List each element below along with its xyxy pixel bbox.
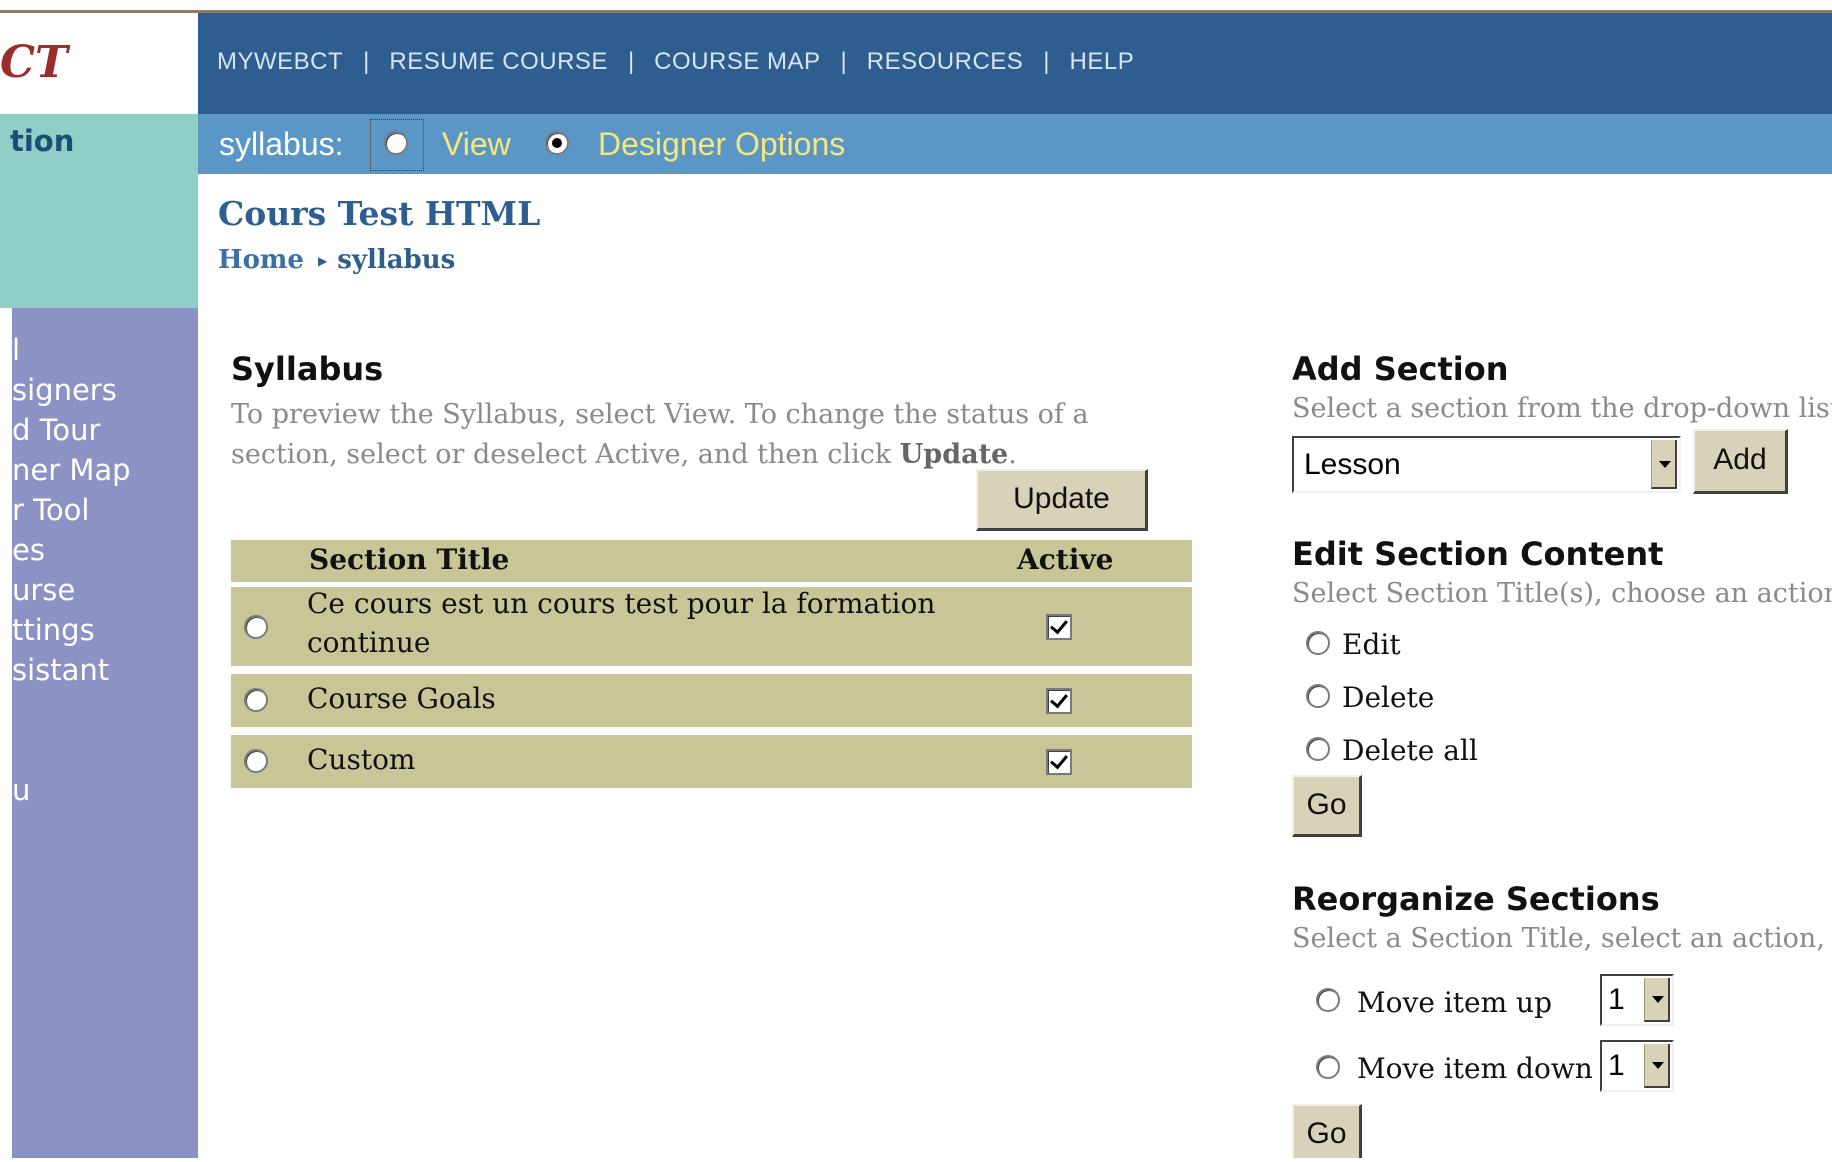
- section-title: Custom: [307, 743, 416, 776]
- breadcrumb-arrow-icon: ▶: [317, 254, 328, 268]
- nav-separator: |: [840, 48, 847, 75]
- view-mode-label[interactable]: View: [442, 126, 511, 163]
- edit-radio[interactable]: [1306, 631, 1330, 655]
- nav-link-resume-course[interactable]: RESUME COURSE: [389, 48, 608, 75]
- move-down-radio[interactable]: [1316, 1055, 1340, 1079]
- reorganize-heading: Reorganize Sections: [1292, 880, 1660, 918]
- section-title-line1: Ce cours est un cours test pour la forma…: [307, 587, 936, 620]
- syllabus-heading: Syllabus: [231, 350, 384, 388]
- dropdown-arrow-icon[interactable]: [1644, 1044, 1670, 1088]
- sections-table: Section Title Active Ce cours est un cou…: [231, 540, 1192, 796]
- move-down-count-value: 1: [1608, 1049, 1625, 1082]
- move-up-radio[interactable]: [1316, 988, 1340, 1012]
- nav-link-course-map[interactable]: COURSE MAP: [654, 48, 820, 75]
- table-header: Section Title Active: [231, 540, 1192, 582]
- active-checkbox[interactable]: [1046, 688, 1072, 714]
- section-type-select[interactable]: Lesson: [1292, 436, 1681, 493]
- designer-options-radio[interactable]: [545, 131, 569, 155]
- syllabus-description-bold: Update: [899, 439, 1009, 470]
- delete-radio[interactable]: [1306, 684, 1330, 708]
- section-type-value: Lesson: [1304, 447, 1401, 481]
- breadcrumb-current: syllabus: [337, 245, 456, 275]
- sidebar-item-1[interactable]: l: [12, 330, 131, 370]
- nav-separator: |: [1043, 48, 1050, 75]
- add-section-heading: Add Section: [1292, 350, 1509, 388]
- sidebar-item-6[interactable]: es: [12, 530, 131, 570]
- page-title: Cours Test HTML: [218, 194, 541, 233]
- edit-section-description: Select Section Title(s), choose an actio…: [1292, 578, 1832, 609]
- dropdown-arrow-icon[interactable]: [1644, 978, 1670, 1022]
- sidebar-section-label: tion: [10, 124, 75, 158]
- delete-all-radio[interactable]: [1306, 737, 1330, 761]
- add-button[interactable]: Add: [1693, 429, 1788, 494]
- syllabus-description: To preview the Syllabus, select View. To…: [231, 395, 1111, 475]
- sidebar-edge: [0, 308, 12, 1158]
- nav-separator: |: [627, 48, 635, 75]
- sidebar-item-5[interactable]: r Tool: [12, 490, 131, 530]
- active-checkbox[interactable]: [1046, 614, 1072, 640]
- table-row: Custom: [231, 735, 1192, 788]
- logo-text: CT: [0, 37, 68, 88]
- move-down-count-select[interactable]: 1: [1600, 1040, 1674, 1092]
- webct-logo: CT: [0, 13, 198, 114]
- nav-link-help[interactable]: HELP: [1070, 48, 1135, 75]
- nav-link-mywebct[interactable]: MYWEBCT: [217, 48, 343, 75]
- mode-label: syllabus:: [219, 126, 344, 162]
- edit-label: Edit: [1342, 628, 1401, 661]
- sidebar-item-7[interactable]: urse: [12, 570, 131, 610]
- add-section-description: Select a section from the drop-down list: [1292, 393, 1832, 424]
- sidebar-item-2[interactable]: signers: [12, 370, 131, 410]
- delete-label: Delete: [1342, 681, 1435, 714]
- table-row: Course Goals: [231, 674, 1192, 727]
- sidebar-item-8[interactable]: ttings: [12, 610, 131, 650]
- view-mode-radio[interactable]: [384, 131, 408, 155]
- table-row: Ce cours est un cours test pour la forma…: [231, 587, 1192, 666]
- top-nav-links: MYWEBCT | RESUME COURSE | COURSE MAP | RESOURC…: [217, 48, 1134, 76]
- reorganize-go-button[interactable]: Go: [1292, 1104, 1362, 1158]
- syllabus-description-end: .: [1008, 439, 1017, 470]
- move-down-label: Move item down: [1357, 1052, 1593, 1085]
- sidebar-item-list: l signers d Tour ner Map r Tool es urse …: [12, 330, 131, 810]
- sidebar-item-10[interactable]: u: [12, 770, 131, 810]
- section-select-radio[interactable]: [244, 749, 268, 773]
- sidebar-section-header: tion: [0, 114, 198, 308]
- active-header: Active: [1017, 543, 1114, 576]
- nav-link-resources[interactable]: RESOURCES: [867, 48, 1024, 75]
- sidebar-item-4[interactable]: ner Map: [12, 450, 131, 490]
- reorganize-description: Select a Section Title, select an action…: [1292, 923, 1832, 954]
- section-title-line2: continue: [307, 626, 431, 659]
- breadcrumb: Home ▶ syllabus: [218, 245, 455, 275]
- delete-all-label: Delete all: [1342, 734, 1478, 767]
- update-button[interactable]: Update: [976, 469, 1148, 531]
- window-top-strip: [0, 0, 1832, 13]
- move-up-count-value: 1: [1608, 983, 1625, 1016]
- active-checkbox[interactable]: [1046, 749, 1072, 775]
- dropdown-arrow-icon[interactable]: [1651, 440, 1677, 489]
- section-select-radio[interactable]: [244, 615, 268, 639]
- edit-go-button[interactable]: Go: [1292, 775, 1362, 837]
- top-navigation-bar: MYWEBCT | RESUME COURSE | COURSE MAP | RESOURC…: [198, 13, 1832, 114]
- move-up-count-select[interactable]: 1: [1600, 974, 1674, 1026]
- designer-options-label[interactable]: Designer Options: [598, 126, 845, 163]
- mode-bar: syllabus: View Designer Options: [198, 114, 1832, 174]
- move-up-label: Move item up: [1357, 986, 1553, 1019]
- nav-separator: |: [363, 48, 370, 75]
- section-title: Course Goals: [307, 682, 496, 715]
- sidebar-item-9[interactable]: sistant: [12, 650, 131, 690]
- breadcrumb-home[interactable]: Home: [218, 245, 304, 275]
- section-select-radio[interactable]: [244, 688, 268, 712]
- edit-section-heading: Edit Section Content: [1292, 535, 1664, 573]
- sidebar-item-3[interactable]: d Tour: [12, 410, 131, 450]
- section-title-header: Section Title: [309, 543, 510, 576]
